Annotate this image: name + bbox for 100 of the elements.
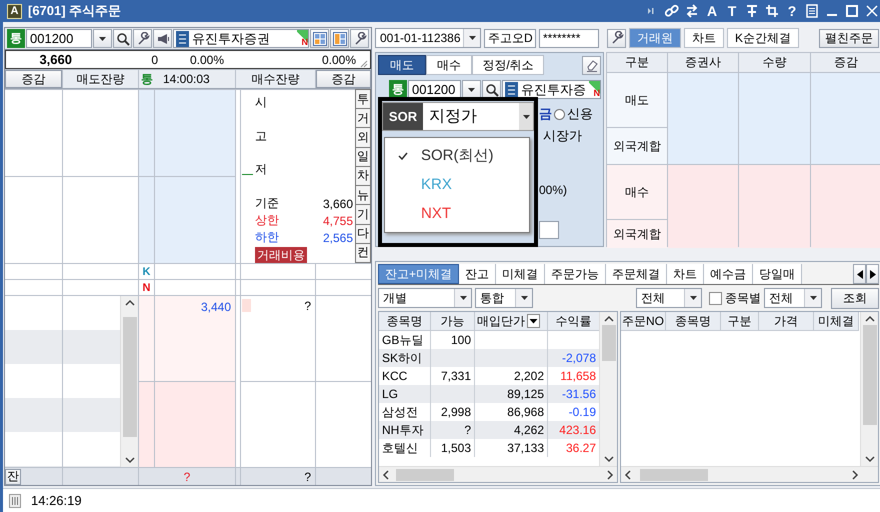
crop-icon[interactable] [765, 4, 779, 18]
scroll-right-button[interactable] [866, 264, 879, 284]
scrollbar-thumb[interactable] [602, 325, 616, 361]
caret-icon [522, 114, 530, 120]
password-field[interactable]: ******** [539, 28, 599, 48]
chevron-down-icon[interactable] [602, 455, 614, 463]
tab[interactable]: K순간체결 [727, 28, 800, 48]
side-button[interactable]: 일 [355, 146, 371, 167]
side-button[interactable]: 다 [355, 224, 371, 244]
balance-button[interactable]: 잔 [5, 468, 21, 484]
change-button[interactable]: 증감 [5, 70, 62, 88]
corner-mark: N [297, 30, 308, 47]
column-header[interactable]: 매입단가 [475, 312, 548, 331]
layout-grid-icon [332, 32, 346, 46]
tab[interactable]: 차트 [667, 264, 704, 284]
pin-icon[interactable] [745, 4, 759, 18]
document-icon[interactable] [805, 4, 819, 18]
chevron-right-icon[interactable] [606, 468, 614, 480]
chevron-up-icon[interactable] [602, 315, 614, 323]
scroll-left-button[interactable] [853, 264, 866, 284]
swap-arrows-icon[interactable] [685, 4, 699, 18]
side-button[interactable]: 거 [355, 108, 371, 128]
horizontal-scrollbar[interactable] [621, 466, 878, 482]
tab[interactable]: 잔고 [459, 264, 496, 284]
vertical-scrollbar[interactable] [599, 312, 617, 466]
scrollbar-thumb[interactable] [640, 468, 708, 480]
side-button[interactable]: 컨 [355, 242, 371, 263]
account-dropdown[interactable]: 001-01-112386 [375, 28, 481, 48]
dropdown-button[interactable] [93, 29, 112, 48]
scope-dropdown[interactable]: 전체 [764, 288, 822, 308]
toolbar-button[interactable]: ? [785, 4, 799, 18]
layout-button[interactable] [330, 29, 349, 48]
scrollbar-thumb[interactable] [862, 325, 876, 425]
tab[interactable]: 주문가능 [545, 264, 606, 284]
query-button[interactable]: 조회 [831, 288, 879, 308]
tab[interactable]: 예수금 [704, 264, 754, 284]
scrollbar-thumb[interactable] [122, 317, 136, 437]
expanded-order-button[interactable]: 펼친주문 [819, 28, 879, 48]
side-button[interactable]: 차 [355, 166, 371, 186]
tab[interactable]: 당일매 [753, 264, 802, 284]
table-cell: 호텔신 [379, 439, 431, 457]
column-header: 구분 [721, 312, 759, 331]
horizontal-scrollbar[interactable] [379, 466, 617, 482]
tab[interactable]: 매도 [378, 55, 426, 75]
vertical-scrollbar[interactable] [120, 296, 138, 467]
tab[interactable]: 미체결 [496, 264, 546, 284]
chevron-left-icon[interactable] [382, 468, 390, 480]
menu-item[interactable]: NXT [385, 199, 529, 228]
link-icon[interactable] [665, 4, 679, 18]
settings-button[interactable] [350, 29, 369, 48]
checkbox[interactable] [709, 292, 722, 304]
chevron-up-icon[interactable] [864, 315, 876, 323]
side-button[interactable]: 기 [355, 204, 371, 225]
menu-item[interactable]: SOR(최선) [385, 141, 529, 170]
tab[interactable]: 차트 [684, 28, 724, 48]
side-button[interactable]: 뉴 [355, 185, 371, 206]
stock-code-field[interactable]: 001200 [26, 29, 92, 48]
transaction-cost-button[interactable]: 거래비용 [255, 247, 307, 264]
scrollbar-thumb[interactable] [396, 468, 454, 480]
venue-mark: K [142, 266, 150, 278]
layout-button[interactable] [310, 29, 329, 48]
price-label: 시 [255, 94, 267, 111]
tab[interactable]: 정정/취소 [472, 55, 544, 75]
input-field[interactable] [539, 221, 559, 239]
order-type-dropdown[interactable]: SOR 지정가 [382, 102, 534, 131]
clear-button[interactable] [582, 56, 601, 74]
dropdown-icon[interactable] [527, 314, 540, 328]
ratio-text: 00%) [539, 183, 568, 197]
change-button[interactable]: 증감 [316, 70, 371, 88]
side-button[interactable]: 투 [355, 89, 371, 110]
settings-button[interactable] [607, 28, 626, 48]
account-mode-dropdown[interactable]: 개별 [378, 288, 472, 308]
tab[interactable]: 매수 [426, 55, 472, 75]
announcement-button[interactable] [153, 29, 172, 48]
search-button[interactable] [113, 29, 132, 48]
price-change: 0 [150, 52, 158, 66]
toolbar-button[interactable]: A [705, 4, 719, 18]
dropdown-arrow-button[interactable] [519, 103, 533, 130]
chevron-up-icon[interactable] [124, 299, 136, 307]
chevron-right-icon[interactable] [851, 468, 859, 480]
market-badge: 통 [7, 29, 25, 48]
row-label: 매수 [607, 165, 667, 219]
price-value: 2,565 [322, 230, 353, 245]
chevron-down-icon[interactable] [864, 455, 876, 463]
toolbar-button[interactable]: T [725, 4, 739, 18]
caret-icon [808, 295, 818, 301]
column-header: 주문NO [621, 312, 666, 331]
maximize-icon[interactable] [845, 4, 859, 18]
close-icon[interactable] [865, 4, 879, 18]
radio-button[interactable] [554, 108, 565, 120]
tab[interactable]: 주문체결 [606, 264, 668, 284]
vertical-scrollbar[interactable] [860, 312, 878, 466]
settings-button[interactable] [133, 29, 152, 48]
stock-name: 유진투자증 [521, 80, 586, 98]
merge-mode-dropdown[interactable]: 통합 [475, 288, 533, 308]
chevron-left-icon[interactable] [624, 468, 632, 480]
side-button[interactable]: 외 [355, 127, 371, 148]
scope-dropdown[interactable]: 전체 [636, 288, 702, 308]
price-label: 고 [255, 128, 267, 145]
chevron-down-icon[interactable] [124, 456, 136, 464]
